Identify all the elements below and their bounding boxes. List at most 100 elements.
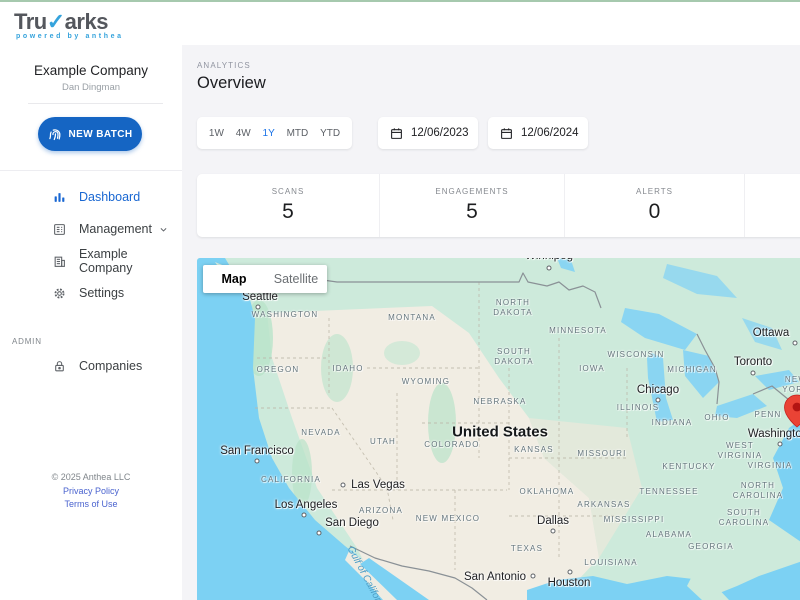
fingerprint-icon (48, 127, 63, 142)
map-city-dot (256, 305, 261, 310)
stat-value: 0 (649, 200, 661, 224)
map-state-label: NEW MEXICO (416, 514, 480, 524)
admin-section-heading: ADMIN (12, 332, 182, 350)
map-marker-pin[interactable] (783, 394, 800, 428)
map-city-dot (568, 570, 573, 575)
map-state-label: NEVADA (301, 428, 341, 438)
divider (0, 170, 182, 171)
sidebar-item-example-company[interactable]: Example Company (0, 245, 182, 277)
map-city-dot (317, 531, 322, 536)
map-view-button[interactable]: Map (203, 272, 265, 286)
map-city-dot (341, 483, 346, 488)
time-range-toggle: 1W 4W 1Y MTD YTD (197, 117, 352, 149)
map-state-label: NORTH DAKOTA (493, 298, 533, 318)
sidebar-item-label: Example Company (79, 247, 182, 275)
map-city-label: Houston (548, 577, 591, 589)
map-state-label: MICHIGAN (667, 365, 717, 375)
map-water-label: Gulf of California (345, 545, 390, 600)
sidebar-item-settings[interactable]: Settings (0, 277, 182, 309)
sidebar: Tru✓arks powered by anthea Example Compa… (0, 0, 182, 600)
map-city-label: Winnipeg (525, 258, 573, 262)
company-name: Example Company (0, 63, 182, 78)
new-batch-button[interactable]: NEW BATCH (38, 117, 142, 151)
list-icon (53, 223, 66, 236)
range-4w-button[interactable]: 4W (236, 128, 251, 139)
terms-of-use-link[interactable]: Terms of Use (0, 498, 182, 512)
sidebar-footer: © 2025 Anthea LLC Privacy Policy Terms o… (0, 471, 182, 512)
lock-icon (53, 360, 66, 373)
map-state-label: MINNESOTA (549, 326, 607, 336)
map-state-label: LOUISIANA (584, 558, 637, 568)
map-state-label: UTAH (370, 437, 396, 447)
start-date-picker[interactable]: 12/06/2023 (378, 117, 478, 149)
range-1w-button[interactable]: 1W (209, 128, 224, 139)
map-state-label: TEXAS (511, 544, 543, 554)
map-city-label: Dallas (537, 515, 569, 527)
map-city-dot (255, 459, 260, 464)
map-city-dot (551, 529, 556, 534)
map-state-label: WEST VIRGINIA (718, 441, 763, 461)
user-name: Dan Dingman (0, 82, 182, 93)
map-state-label: VIRGINIA (748, 461, 793, 471)
calendar-icon (500, 127, 513, 140)
end-date-value: 12/06/2024 (521, 127, 579, 139)
sidebar-item-label: Settings (79, 286, 124, 300)
map-state-label: SOUTH DAKOTA (494, 347, 534, 367)
map-state-label: MONTANA (388, 313, 436, 323)
map-state-label: CALIFORNIA (261, 475, 321, 485)
company-block: Example Company Dan Dingman (0, 63, 182, 93)
chevron-down-icon (159, 225, 168, 234)
map-city-dot (751, 371, 756, 376)
sidebar-item-management[interactable]: Management (0, 213, 182, 245)
gear-icon (53, 287, 66, 300)
map-country-label: United States (452, 424, 548, 441)
bar-chart-icon (53, 191, 66, 204)
map-state-label: NEW YORK (782, 375, 800, 395)
map-city-dot (793, 341, 798, 346)
map-state-label: ALABAMA (646, 530, 692, 540)
stats-bar: SCANS 5 ENGAGEMENTS 5 ALERTS 0 (197, 174, 800, 237)
privacy-policy-link[interactable]: Privacy Policy (0, 485, 182, 499)
stat-value: 5 (282, 200, 294, 224)
map-state-label: MISSISSIPPI (604, 515, 665, 525)
map-city-label: Washington (748, 428, 800, 440)
map-city-label: Las Vegas (351, 479, 405, 491)
satellite-view-button[interactable]: Satellite (265, 272, 327, 286)
map-state-label: NEBRASKA (473, 397, 526, 407)
stat-scans: SCANS 5 (197, 174, 380, 237)
map-state-label: IDAHO (332, 364, 363, 374)
range-mtd-button[interactable]: MTD (287, 128, 309, 139)
end-date-picker[interactable]: 12/06/2024 (488, 117, 588, 149)
range-ytd-button[interactable]: YTD (320, 128, 340, 139)
sidebar-item-label: Companies (79, 359, 142, 373)
brand-tagline: powered by anthea (16, 33, 124, 40)
map-city-dot (531, 574, 536, 579)
map-widget[interactable]: United States Gulf of California WASHING… (197, 258, 800, 600)
map-state-label: OREGON (257, 365, 300, 375)
stat-label: ENGAGEMENTS (435, 187, 508, 196)
checkmark-icon: ✓ (47, 9, 65, 34)
main-area: ANALYTICS Overview 1W 4W 1Y MTD YTD 12/0… (182, 0, 800, 600)
sidebar-item-dashboard[interactable]: Dashboard (0, 181, 182, 213)
map-city-dot (547, 266, 552, 271)
map-labels: United States Gulf of California WASHING… (197, 258, 800, 600)
map-state-label: PENN (754, 410, 781, 420)
logo-text-2: arks (65, 9, 108, 34)
sidebar-item-companies[interactable]: Companies (0, 350, 182, 382)
map-state-label: GEORGIA (688, 542, 734, 552)
map-state-label: OHIO (704, 413, 729, 423)
start-date-value: 12/06/2023 (411, 127, 469, 139)
page-title: Overview (197, 74, 266, 93)
logo-text: Tru (14, 9, 47, 34)
map-state-label: KENTUCKY (662, 462, 715, 472)
map-state-label: WISCONSIN (607, 350, 664, 360)
section-eyebrow: ANALYTICS (197, 61, 251, 70)
range-1y-button[interactable]: 1Y (263, 128, 275, 139)
main-content: ANALYTICS Overview 1W 4W 1Y MTD YTD 12/0… (197, 45, 800, 600)
stat-engagements: ENGAGEMENTS 5 (380, 174, 565, 237)
sidebar-item-label: Management (79, 222, 152, 236)
building-icon (53, 255, 66, 268)
stat-empty (745, 174, 800, 237)
map-state-label: ARIZONA (359, 506, 403, 516)
map-state-label: IOWA (579, 364, 605, 374)
